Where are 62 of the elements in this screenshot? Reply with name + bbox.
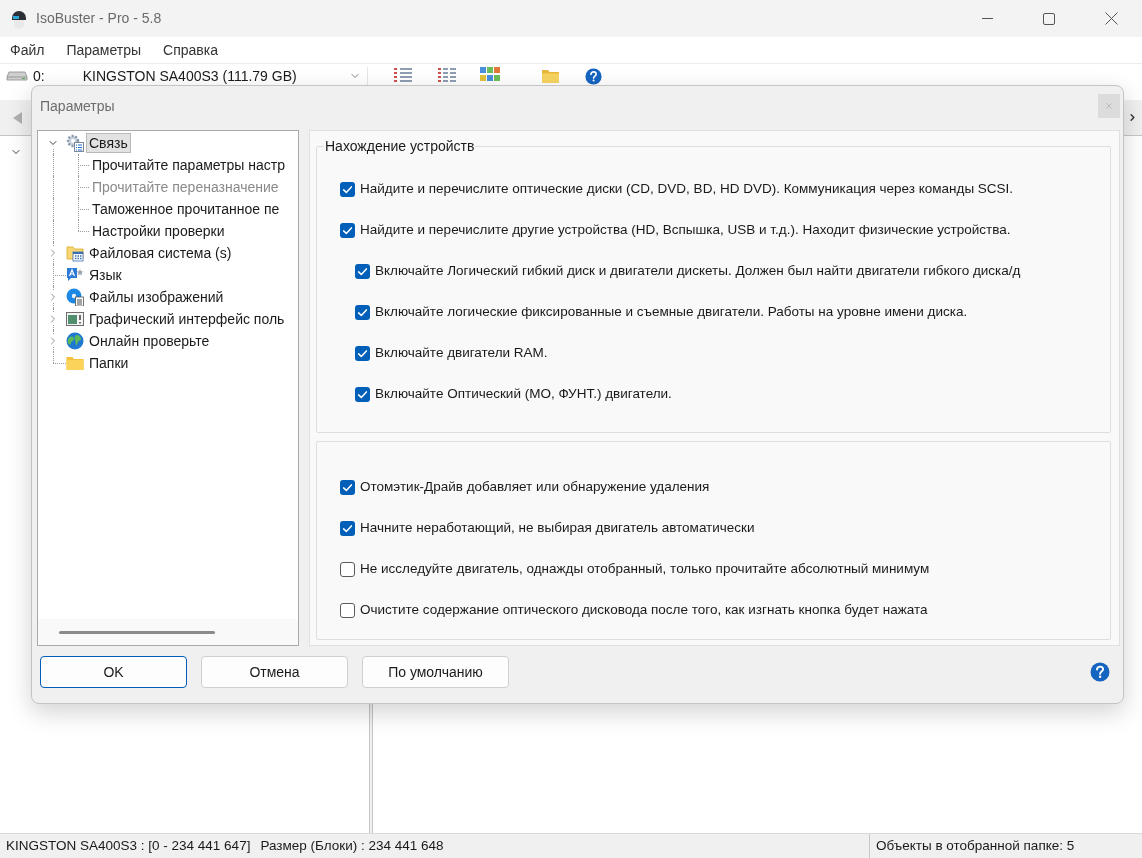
chevron-right-icon[interactable] — [1127, 112, 1138, 123]
tree-item[interactable]: Файлы изображений — [86, 287, 227, 307]
option-label: Включайте Логический гибкий диск и двигатели дискеты. Должен был найти двигатели гибкого диска/д — [375, 262, 1021, 281]
gear-checklist-icon — [66, 134, 84, 152]
list-icon[interactable] — [437, 67, 457, 82]
option-label: Очистите содержание оптического дисковода после того, как изгнать кнопка будет нажата — [360, 601, 928, 620]
menu-item[interactable]: Параметры — [66, 39, 142, 61]
tree-item[interactable]: Настройки проверки — [89, 221, 228, 241]
maximize-icon — [1043, 12, 1055, 25]
checkbox[interactable] — [355, 264, 370, 279]
checkbox[interactable] — [340, 480, 355, 495]
tree-item[interactable]: Прочитайте параметры настр — [89, 155, 288, 175]
tree-item[interactable]: Язык — [86, 265, 125, 285]
disc-document-icon — [66, 288, 84, 306]
list-icon[interactable] — [393, 67, 413, 82]
tile-star-icon — [66, 266, 84, 284]
status-text: KINGSTON SA400S3 : [0 - 234 441 647] — [6, 836, 251, 855]
option-label: Включайте двигатели RAM. — [375, 344, 548, 363]
checkbox[interactable] — [340, 223, 355, 238]
folder-icon — [66, 354, 84, 372]
dialog-title: Параметры — [40, 97, 115, 116]
minimize-icon — [981, 18, 993, 19]
scrollbar-thumb[interactable] — [59, 630, 215, 634]
drive-icon — [6, 71, 28, 81]
menu-item[interactable]: Файл — [10, 39, 45, 61]
status-text: Размер (Блоки) : 234 441 648 — [260, 836, 444, 855]
help-icon[interactable] — [585, 68, 602, 85]
checkbox[interactable] — [355, 305, 370, 320]
window-title: IsoBuster - Pro - 5.8 — [36, 9, 162, 28]
dialog-button[interactable]: Отмена — [201, 656, 348, 688]
option-label: Найдите и перечислите другие устройства (HD, Вспышка, USB и т.д.). Находит физические устройства. — [360, 221, 1011, 240]
tree-item[interactable]: Связь — [86, 133, 131, 153]
status-text: Объекты в отобранной папке: 5 — [876, 836, 1075, 855]
folder-grid-icon — [66, 244, 84, 262]
globe-icon — [66, 332, 84, 350]
option-label: Начните неработающий, не выбирая двигатель автоматически — [360, 519, 755, 538]
option-label: Отомэтик-Драйв добавляет или обнаружение удаления — [360, 478, 710, 497]
window-icon — [66, 310, 84, 328]
tree-item[interactable]: Таможенное прочитанное пе — [89, 199, 283, 219]
tree-item[interactable]: Файловая система (s) — [86, 243, 235, 263]
checkbox[interactable] — [340, 521, 355, 536]
checkbox[interactable] — [355, 346, 370, 361]
option-label: Включайте Оптический (МО, ФУНТ.) двигатели. — [375, 385, 672, 404]
close-icon — [1104, 12, 1118, 25]
checkbox[interactable] — [340, 182, 355, 197]
tree-item[interactable]: Онлайн проверьте — [86, 331, 213, 351]
helmet-icon — [10, 8, 28, 29]
dialog-button[interactable]: По умолчанию — [362, 656, 509, 688]
option-label: Не исследуйте двигатель, однажды отобранный, только прочитайте абсолютный минимум — [360, 560, 930, 579]
checkbox[interactable] — [340, 603, 355, 618]
menu-item[interactable]: Справка — [163, 39, 218, 61]
tree-item[interactable]: Папки — [86, 353, 132, 373]
tree-item[interactable]: Графический интерфейс поль — [86, 309, 288, 329]
grid-icon[interactable] — [480, 67, 500, 82]
option-label: Включайте логические фиксированные и съемные двигатели. Работы на уровне имени диска. — [375, 303, 968, 322]
help-icon[interactable] — [1090, 662, 1110, 682]
dialog-button[interactable]: OK — [40, 656, 187, 688]
option-label: Найдите и перечислите оптические диски (CD, DVD, BD, HD DVD). Коммуникация через команды SCSI. — [360, 180, 1014, 199]
group-title: Нахождение устройств — [324, 137, 476, 156]
checkbox[interactable] — [355, 387, 370, 402]
checkbox[interactable] — [340, 562, 355, 577]
close-icon — [1104, 101, 1114, 111]
